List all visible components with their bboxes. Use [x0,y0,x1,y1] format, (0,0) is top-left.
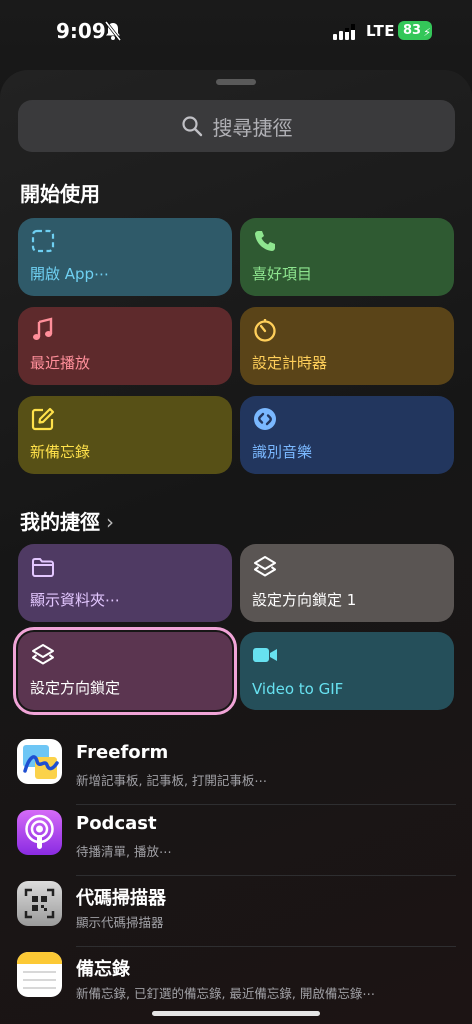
app-name: Freeform [76,742,169,763]
list-item-freeform[interactable]: Freeform 新增記事板, 記事板, 打開記事板⋯ [0,734,472,805]
tile-label: 最近播放 [30,354,91,372]
timer-icon [254,319,276,342]
app-name: 備忘錄 [76,959,130,980]
folder-icon [32,558,54,577]
sheet-grabber[interactable] [216,79,256,85]
tile-label: 設定方向鎖定 1 [252,591,357,609]
tile-recently-played[interactable]: 最近播放 [18,307,232,385]
tile-video-to-gif[interactable]: Video to GIF [240,632,454,710]
tile-orientation-lock-1[interactable]: 設定方向鎖定 1 [240,544,454,622]
list-item-code-scanner[interactable]: 代碼掃描器 顯示代碼掃描器 [0,876,472,947]
app-actions: 新增記事板, 記事板, 打開記事板⋯ [76,773,267,788]
tile-label: 新備忘錄 [30,443,91,461]
tile-identify-music[interactable]: 識別音樂 [240,396,454,474]
code-scanner-icon [17,881,62,926]
app-actions: 新備忘錄, 已釘選的備忘錄, 最近備忘錄, 開啟備忘錄⋯ [76,986,375,1001]
app-shortcuts-list: Freeform 新增記事板, 記事板, 打開記事板⋯ Podcast 待播清單… [0,734,472,1018]
tile-label: 開啟 App⋯ [30,265,110,283]
layers-icon [32,644,54,665]
app-name: Podcast [76,813,157,834]
podcasts-icon [17,810,62,855]
tile-open-app[interactable]: 開啟 App⋯ [18,218,232,296]
list-item-notes[interactable]: 備忘錄 新備忘錄, 已釘選的備忘錄, 最近備忘錄, 開啟備忘錄⋯ [0,947,472,1018]
tile-label: 設定計時器 [252,354,328,372]
dashed-square-icon [31,229,55,253]
compose-icon [31,407,55,431]
section-my-shortcuts-title[interactable]: 我的捷徑 › [20,506,114,535]
music-note-icon [33,317,53,340]
app-actions: 顯示代碼掃描器 [76,915,164,930]
chevron-right-icon: › [106,510,114,534]
home-indicator[interactable] [152,1011,320,1016]
tile-set-timer[interactable]: 設定計時器 [240,307,454,385]
notes-icon [17,952,62,997]
status-bar: 9:09 LTE 83 ⚡ [0,0,472,64]
tile-show-folder[interactable]: 顯示資料夾⋯ [18,544,232,622]
freeform-icon [17,739,62,784]
tile-label: 喜好項目 [252,265,313,283]
network-type: LTE [366,22,396,40]
tile-favorites[interactable]: 喜好項目 [240,218,454,296]
search-field[interactable]: 搜尋捷徑 [18,100,455,152]
app-actions: 待播清單, 播放⋯ [76,844,172,859]
clock: 9:09 [56,19,106,43]
search-icon [181,116,202,137]
layers-icon [254,556,276,577]
battery-indicator: 83 ⚡ [398,21,432,40]
section-get-started-title: 開始使用 [20,182,100,206]
list-item-podcasts[interactable]: Podcast 待播清單, 播放⋯ [0,805,472,876]
silent-bell-icon [104,21,122,41]
battery-level: 83 [402,23,422,38]
tile-label: 設定方向鎖定 [30,679,121,697]
screen: 9:09 LTE 83 ⚡ 搜尋捷徑 開始使用 開啟 App⋯ 喜好項目 最近播… [0,0,472,1024]
tile-label: Video to GIF [252,680,344,698]
section-my-shortcuts-label: 我的捷徑 [20,510,100,534]
tile-new-note[interactable]: 新備忘錄 [18,396,232,474]
shazam-icon [254,408,276,430]
tile-label: 識別音樂 [252,443,313,461]
cellular-signal-icon [333,24,355,40]
video-camera-icon [253,648,277,662]
shortcuts-sheet: 搜尋捷徑 開始使用 開啟 App⋯ 喜好項目 最近播放 設定計時器 新備忘錄 識… [0,70,472,1024]
phone-icon [255,231,275,251]
search-placeholder: 搜尋捷徑 [212,115,293,140]
tile-label: 顯示資料夾⋯ [30,591,121,609]
charging-bolt-icon: ⚡ [423,26,431,39]
app-name: 代碼掃描器 [76,888,166,909]
tile-orientation-lock[interactable]: 設定方向鎖定 [13,627,237,715]
